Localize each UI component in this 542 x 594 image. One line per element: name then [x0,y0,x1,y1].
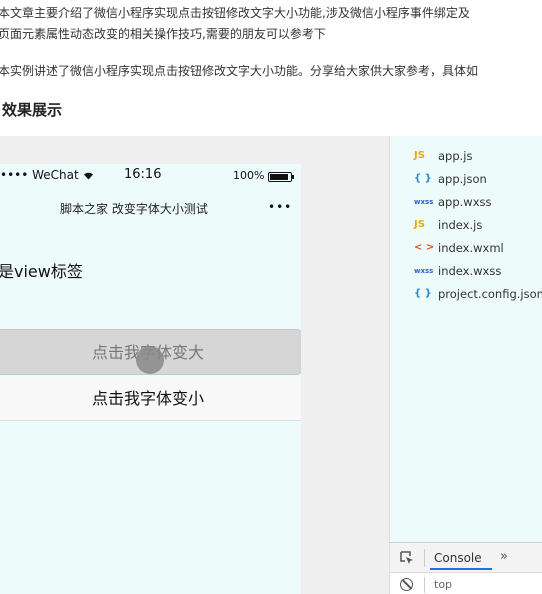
battery-icon [268,172,294,182]
file-item[interactable]: wxss index.wxss [390,261,542,281]
file-item[interactable]: < > index.wxml [390,238,542,258]
tab-active-underline [430,568,492,570]
js-file-icon: JS [414,150,425,161]
tab-separator [424,549,425,567]
tab-console[interactable]: Console [434,551,482,565]
battery-percent: 100% [233,169,265,182]
section-heading: 效果展示 [2,101,63,119]
devtools-console-bar: Console » top [390,542,542,594]
file-name: index.js [438,218,483,232]
json-file-icon: { } [414,173,432,184]
file-name: index.wxml [438,241,504,255]
article-line-3: 本实例讲述了微信小程序实现点击按钮修改文字大小功能。分享给大家供大家参考，具体如 [0,64,479,78]
wxml-file-icon: < > [414,242,435,253]
shrink-font-button[interactable]: 点击我字体变小 [0,377,301,421]
touch-indicator [136,346,164,374]
status-time: 16:16 [124,167,162,182]
article-line-2: 页面元素属性动态改变的相关操作技巧,需要的朋友可以参考下 [0,27,326,41]
file-item[interactable]: wxss app.wxss [390,192,542,212]
more-tabs-button[interactable]: » [500,549,508,564]
js-file-icon: JS [414,219,425,230]
file-name: project.config.json [438,287,542,301]
file-item[interactable]: JS app.js [390,146,542,166]
json-file-icon: { } [414,288,432,299]
phone-simulator: •••• WeChat 16:16 100% 脚本之家 改变字体大小测试 •••… [0,164,301,594]
clear-console-icon[interactable] [400,578,413,591]
inspect-element-icon[interactable] [400,551,414,565]
nav-bar: 脚本之家 改变字体大小测试 ••• [0,186,301,228]
context-separator [424,577,425,593]
file-name: app.js [438,149,473,163]
file-name: app.wxss [438,195,492,209]
more-menu-icon[interactable]: ••• [268,200,292,214]
console-toolbar: top [390,572,542,594]
file-tree: JS app.js { } app.json wxss app.wxss JS … [390,136,542,542]
file-item[interactable]: JS index.js [390,215,542,235]
article-line-1: 本文章主要介绍了微信小程序实现点击按钮修改文字大小功能,涉及微信小程序事件绑定及 [0,6,470,20]
file-item[interactable]: { } app.json [390,169,542,189]
carrier-label: •••• WeChat [0,168,94,182]
file-item[interactable]: { } project.config.json [390,284,542,304]
nav-title: 脚本之家 改变字体大小测试 [60,202,208,216]
context-selector[interactable]: top [434,578,452,591]
wifi-icon [83,172,93,180]
wxss-file-icon: wxss [414,198,434,206]
file-name: index.wxss [438,264,502,278]
file-name: app.json [438,172,487,186]
demo-screenshot: •••• WeChat 16:16 100% 脚本之家 改变字体大小测试 •••… [0,136,542,594]
wxss-file-icon: wxss [414,267,434,275]
status-bar: •••• WeChat 16:16 100% [0,164,301,186]
view-label: 是view标签 [0,262,83,281]
